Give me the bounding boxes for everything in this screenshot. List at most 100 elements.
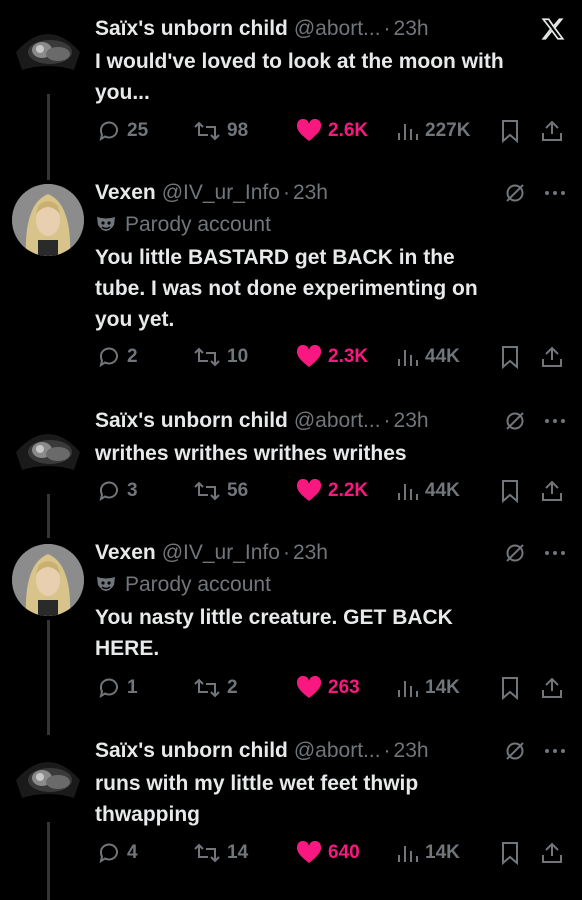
timestamp[interactable]: 23h <box>293 181 328 205</box>
repost-icon <box>194 678 220 698</box>
bookmark-icon <box>502 677 518 700</box>
handle[interactable]: @IV_ur_Info <box>162 541 280 565</box>
bookmark-button[interactable] <box>500 841 520 865</box>
tweet-content: Saïx's unborn child @abort... · 23h runs… <box>95 734 566 830</box>
repost-button[interactable]: 56 <box>193 479 248 503</box>
display-name[interactable]: Saïx's unborn child <box>95 409 288 433</box>
timestamp[interactable]: 23h <box>394 739 429 763</box>
tweet-header: Saïx's unborn child @abort... · 23h <box>95 12 566 46</box>
more-options-icon[interactable] <box>544 748 566 754</box>
share-button[interactable] <box>541 676 563 700</box>
display-name[interactable]: Saïx's unborn child <box>95 17 288 41</box>
avatar[interactable] <box>12 22 84 94</box>
header-icons <box>540 12 566 46</box>
view-count: 14K <box>425 677 460 698</box>
display-name[interactable]: Vexen <box>95 541 156 565</box>
share-icon <box>542 120 562 141</box>
tweet-text: writhes writhes writhes writhes <box>95 438 566 469</box>
tweet-header: Saïx's unborn child @abort... · 23h <box>95 404 566 438</box>
repost-button[interactable]: 14 <box>193 841 248 865</box>
handle[interactable]: @IV_ur_Info <box>162 181 280 205</box>
more-options-icon[interactable] <box>544 550 566 556</box>
handle[interactable]: @abort... <box>294 17 381 41</box>
tweet[interactable]: Vexen @IV_ur_Info · 23h Parody account Y… <box>0 532 582 730</box>
repost-button[interactable]: 2 <box>193 676 238 700</box>
tweet-content: Vexen @IV_ur_Info · 23h Parody account Y… <box>95 176 566 335</box>
grok-icon[interactable] <box>504 182 526 204</box>
ultrasound-avatar-icon <box>16 34 80 70</box>
bookmark-icon <box>502 346 518 369</box>
share-button[interactable] <box>541 345 563 369</box>
display-name[interactable]: Saïx's unborn child <box>95 739 288 763</box>
repost-count: 56 <box>227 480 249 501</box>
heart-icon <box>296 119 322 141</box>
grok-icon[interactable] <box>504 542 526 564</box>
like-button[interactable]: 2.3K <box>296 345 368 369</box>
reply-button[interactable]: 1 <box>97 676 138 700</box>
tweet-actions: 4 14 640 14K <box>0 836 582 870</box>
tweet-actions: 1 2 263 14K <box>0 671 582 705</box>
header-icons <box>504 404 566 438</box>
views-icon <box>398 681 418 697</box>
timestamp[interactable]: 23h <box>394 409 429 433</box>
share-button[interactable] <box>541 119 563 143</box>
tweet-text-line: you... <box>95 81 150 104</box>
display-name[interactable]: Vexen <box>95 181 156 205</box>
share-icon <box>542 346 562 367</box>
bookmark-button[interactable] <box>500 119 520 143</box>
tweet[interactable]: Saïx's unborn child @abort... · 23h runs… <box>0 730 582 900</box>
tweet[interactable]: Saïx's unborn child @abort... · 23h writ… <box>0 402 582 532</box>
share-button[interactable] <box>541 841 563 865</box>
tweet[interactable]: Vexen @IV_ur_Info · 23h Parody account Y… <box>0 172 582 402</box>
like-count: 2.6K <box>328 120 369 141</box>
more-options-icon[interactable] <box>544 190 566 196</box>
like-count: 640 <box>328 842 360 863</box>
bookmark-button[interactable] <box>500 345 520 369</box>
like-button[interactable]: 263 <box>296 676 360 700</box>
tweet-text-line: You little BASTARD get BACK in the <box>95 246 455 269</box>
handle[interactable]: @abort... <box>294 409 381 433</box>
handle[interactable]: @abort... <box>294 739 381 763</box>
reply-count: 3 <box>127 480 138 501</box>
parody-label-text: Parody account <box>125 213 271 236</box>
reply-button[interactable]: 3 <box>97 479 138 503</box>
share-button[interactable] <box>541 479 563 503</box>
tweet-content: Vexen @IV_ur_Info · 23h Parody account Y… <box>95 536 566 664</box>
timestamp[interactable]: 23h <box>293 541 328 565</box>
reply-button[interactable]: 4 <box>97 841 138 865</box>
avatar[interactable] <box>12 750 84 822</box>
header-icons <box>504 734 566 768</box>
grok-icon[interactable] <box>504 740 526 762</box>
reply-count: 25 <box>127 120 149 141</box>
views-button[interactable]: 14K <box>397 841 460 865</box>
more-options-icon[interactable] <box>544 418 566 424</box>
tweet-text-line: You nasty little creature. GET BACK <box>95 606 453 629</box>
views-button[interactable]: 44K <box>397 345 460 369</box>
reply-button[interactable]: 25 <box>97 119 148 143</box>
tweet-actions: 25 98 2.6K 227K <box>0 114 582 148</box>
repost-button[interactable]: 10 <box>193 345 248 369</box>
view-count: 44K <box>425 346 460 367</box>
theater-mask-icon <box>97 217 115 231</box>
repost-icon <box>194 481 220 501</box>
tweet-header: Saïx's unborn child @abort... · 23h <box>95 734 566 768</box>
bookmark-button[interactable] <box>500 479 520 503</box>
views-button[interactable]: 44K <box>397 479 460 503</box>
bookmark-button[interactable] <box>500 676 520 700</box>
tweet-text-line: I would've loved to look at the moon wit… <box>95 50 504 73</box>
avatar[interactable] <box>12 544 84 616</box>
view-count: 44K <box>425 480 460 501</box>
tweet-text-line: thwapping <box>95 803 200 826</box>
repost-button[interactable]: 98 <box>193 119 248 143</box>
views-button[interactable]: 227K <box>397 119 470 143</box>
vexen-avatar-icon <box>12 184 84 256</box>
like-button[interactable]: 640 <box>296 841 360 865</box>
reply-button[interactable]: 2 <box>97 345 138 369</box>
tweet[interactable]: Saïx's unborn child @abort... · 23h I wo… <box>0 0 582 172</box>
like-button[interactable]: 2.2K <box>296 479 368 503</box>
timestamp[interactable]: 23h <box>394 17 429 41</box>
views-button[interactable]: 14K <box>397 676 460 700</box>
avatar[interactable] <box>12 184 84 256</box>
like-button[interactable]: 2.6K <box>296 119 368 143</box>
grok-icon[interactable] <box>504 410 526 432</box>
